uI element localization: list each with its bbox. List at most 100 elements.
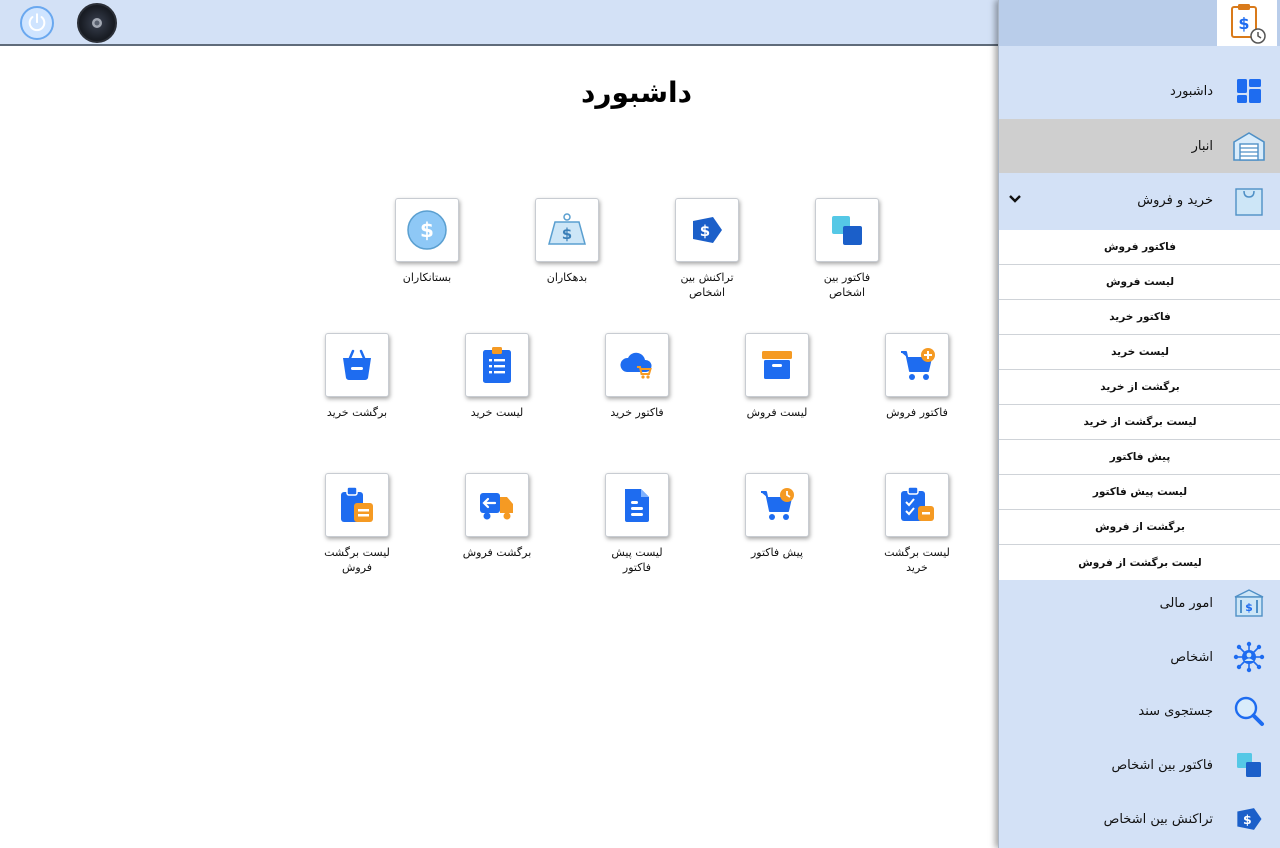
tile-icon-box[interactable]: $ — [395, 198, 459, 262]
submenu-item[interactable]: لیست فروش — [999, 265, 1280, 300]
squares-icon — [832, 216, 862, 245]
clipboard-list-icon — [483, 347, 511, 383]
sidebar-item-label: امور مالی — [1159, 595, 1213, 611]
tile-icon-box[interactable] — [815, 198, 879, 262]
submenu-item[interactable]: برگشت از فروش — [999, 510, 1280, 545]
sidebar-item-finance[interactable]: $ امور مالی — [999, 576, 1280, 630]
chevron-down-icon[interactable] — [1007, 191, 1023, 207]
tile-label: برگشت خرید — [326, 406, 388, 419]
tile-label: لیست خرید — [470, 406, 524, 419]
shopping-bag-icon — [1231, 182, 1267, 218]
squares-icon — [1231, 747, 1267, 783]
svg-text:$: $ — [420, 218, 434, 242]
submenu-item[interactable]: لیست خرید — [999, 335, 1280, 370]
tile-icon-box[interactable] — [885, 333, 949, 397]
tile-icon-box[interactable] — [325, 473, 389, 537]
dollar-tag-icon: $ — [693, 217, 722, 243]
submenu-item[interactable]: لیست برگشت از فروش — [999, 545, 1280, 580]
bank-icon: $ — [1231, 585, 1267, 621]
tile-label: لیست پیش فاکتور — [611, 546, 663, 574]
dollar-tag-icon: $ — [1231, 801, 1267, 837]
svg-text:$: $ — [700, 222, 710, 240]
submenu-item[interactable]: پیش فاکتور — [999, 440, 1280, 475]
warehouse-icon — [1231, 128, 1267, 164]
sidebar-header: $ — [999, 0, 1280, 46]
power-button[interactable] — [20, 6, 54, 40]
tile-purchase-list[interactable]: لیست خرید — [442, 333, 552, 420]
submenu-item[interactable]: لیست برگشت از خرید — [999, 405, 1280, 440]
submenu-item[interactable]: لیست پیش فاکتور — [999, 475, 1280, 510]
tile-pre-invoice-list[interactable]: لیست پیش فاکتور — [582, 473, 692, 575]
weight-dollar-icon: $ — [548, 213, 586, 245]
sidebar-item-label: انبار — [1191, 138, 1213, 154]
tile-label: بستانکاران — [402, 271, 452, 284]
tile-icon-box[interactable] — [885, 473, 949, 537]
sidebar-item-person-transaction[interactable]: $ تراکنش بین اشخاص — [999, 792, 1280, 846]
tile-sales-invoice[interactable]: فاکتور فروش — [862, 333, 972, 420]
tile-icon-box[interactable] — [605, 333, 669, 397]
tile-purchase-return[interactable]: برگشت خرید — [302, 333, 412, 420]
sidebar: $ داشبورد انبار خرید و فروش فاکتور فروش … — [998, 0, 1280, 848]
tile-label: لیست فروش — [746, 406, 808, 419]
tile-icon-box[interactable] — [745, 473, 809, 537]
tile-person-transaction[interactable]: $ تراکنش بین اشخاص — [652, 198, 762, 300]
tile-pre-invoice[interactable]: پیش فاکتور — [722, 473, 832, 560]
top-bar — [0, 0, 998, 46]
sidebar-item-person-invoice[interactable]: فاکتور بین اشخاص — [999, 738, 1280, 792]
tile-icon-box[interactable] — [605, 473, 669, 537]
sidebar-item-document-search[interactable]: جستجوی سند — [999, 684, 1280, 738]
tile-label: لیست برگشت فروش — [324, 546, 390, 574]
tile-label: برگشت فروش — [462, 546, 532, 559]
dashboard-icon — [1231, 73, 1267, 109]
tile-label: فاکتور خرید — [610, 406, 664, 419]
tile-label: فاکتور بین اشخاص — [823, 271, 871, 299]
tile-person-invoice[interactable]: فاکتور بین اشخاص — [792, 198, 902, 300]
sidebar-item-warehouse[interactable]: انبار — [999, 119, 1280, 173]
tile-icon-box[interactable] — [325, 333, 389, 397]
sidebar-item-label: جستجوی سند — [1138, 703, 1213, 719]
sidebar-item-people[interactable]: اشخاص — [999, 630, 1280, 684]
sidebar-item-buy-sell[interactable]: خرید و فروش — [999, 173, 1280, 227]
clipboard-check-icon — [901, 486, 934, 521]
tile-sales-return[interactable]: برگشت فروش — [442, 473, 552, 560]
tile-sales-list[interactable]: لیست فروش — [722, 333, 832, 420]
main-content: داشبورد فاکتور بین اشخاص $ تراکنش بین اش… — [0, 46, 998, 848]
tile-purchase-return-list[interactable]: لیست برگشت خرید — [862, 473, 972, 575]
power-icon — [28, 13, 46, 32]
cart-plus-icon — [901, 348, 935, 380]
tile-icon-box[interactable] — [465, 333, 529, 397]
svg-text:$: $ — [1238, 14, 1249, 33]
document-icon — [625, 489, 649, 522]
tile-purchase-invoice[interactable]: فاکتور خرید — [582, 333, 692, 420]
network-people-icon — [1231, 639, 1267, 675]
tile-icon-box[interactable]: $ — [535, 198, 599, 262]
tile-icon-box[interactable] — [465, 473, 529, 537]
submenu-item[interactable]: فاکتور فروش — [999, 230, 1280, 265]
svg-text:$: $ — [1245, 601, 1253, 614]
tile-icon-box[interactable]: $ — [675, 198, 739, 262]
sidebar-item-dashboard[interactable]: داشبورد — [999, 64, 1280, 118]
sidebar-item-label: تراکنش بین اشخاص — [1103, 811, 1213, 827]
buy-sell-submenu: فاکتور فروش لیست فروش فاکتور خرید لیست خ… — [999, 230, 1280, 580]
tile-label: لیست برگشت خرید — [884, 546, 950, 574]
truck-return-icon — [480, 493, 513, 520]
submenu-item[interactable]: فاکتور خرید — [999, 300, 1280, 335]
magnifier-icon — [1231, 693, 1267, 729]
tile-icon-box[interactable] — [745, 333, 809, 397]
tile-sales-return-list[interactable]: لیست برگشت فروش — [302, 473, 412, 575]
svg-text:$: $ — [562, 225, 572, 243]
avatar-image — [92, 18, 102, 28]
submenu-item[interactable]: برگشت از خرید — [999, 370, 1280, 405]
app: داشبورد فاکتور بین اشخاص $ تراکنش بین اش… — [0, 0, 1280, 848]
avatar[interactable] — [77, 3, 117, 43]
tile-creditors[interactable]: $ بستانکاران — [372, 198, 482, 285]
tile-label: بدهکاران — [546, 271, 588, 284]
dollar-coin-icon: $ — [407, 210, 447, 250]
tile-label: تراکنش بین اشخاص — [680, 271, 734, 299]
tile-label: پیش فاکتور — [750, 546, 804, 559]
tile-debtors[interactable]: $ بدهکاران — [512, 198, 622, 285]
app-logo[interactable]: $ — [1217, 0, 1277, 46]
sidebar-item-label: خرید و فروش — [1137, 192, 1213, 208]
clipboard-dollar-clock-icon: $ — [1231, 4, 1266, 44]
basket-minus-icon — [343, 349, 371, 380]
